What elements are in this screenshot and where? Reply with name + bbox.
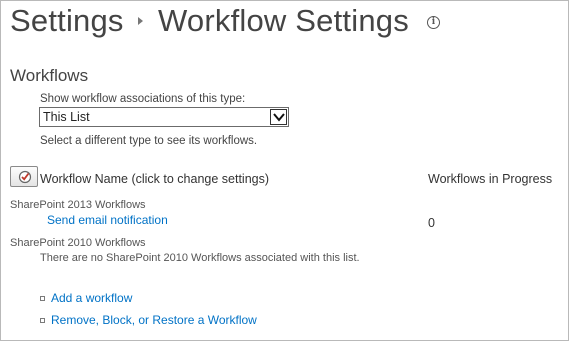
page-frame: Settings Workflow Settings i Workflows S…	[0, 0, 569, 341]
bullet-icon	[40, 296, 45, 301]
info-icon[interactable]: i	[427, 16, 440, 29]
column-header-workflow-name: Workflow Name (click to change settings)	[40, 172, 270, 186]
workflow-link-send-email-notification[interactable]: Send email notification	[47, 213, 168, 227]
workflow-in-progress-count: 0	[428, 216, 435, 230]
breadcrumb-settings[interactable]: Settings	[10, 3, 124, 39]
group-empty-message: There are no SharePoint 2010 Workflows a…	[40, 252, 360, 264]
section-title: Workflows	[10, 66, 89, 85]
page-title: Workflow Settings	[158, 3, 409, 38]
association-type-select[interactable]: This List	[39, 107, 289, 127]
association-type-hint: Select a different type to see its workf…	[40, 135, 258, 147]
association-type-value: This List	[43, 110, 90, 124]
add-workflow-link[interactable]: Add a workflow	[51, 291, 132, 305]
workflow-settings-icon[interactable]	[10, 166, 38, 187]
association-type-label: Show workflow associations of this type:	[40, 93, 246, 105]
remove-block-restore-workflow-link[interactable]: Remove, Block, or Restore a Workflow	[51, 313, 257, 327]
group-header-sharepoint-2013: SharePoint 2013 Workflows	[10, 199, 146, 211]
breadcrumb-separator-icon	[138, 17, 143, 25]
group-header-sharepoint-2010: SharePoint 2010 Workflows	[10, 237, 146, 249]
bullet-icon	[40, 318, 45, 323]
chevron-down-icon[interactable]	[270, 109, 287, 125]
column-header-workflows-in-progress: Workflows in Progress	[428, 172, 553, 186]
